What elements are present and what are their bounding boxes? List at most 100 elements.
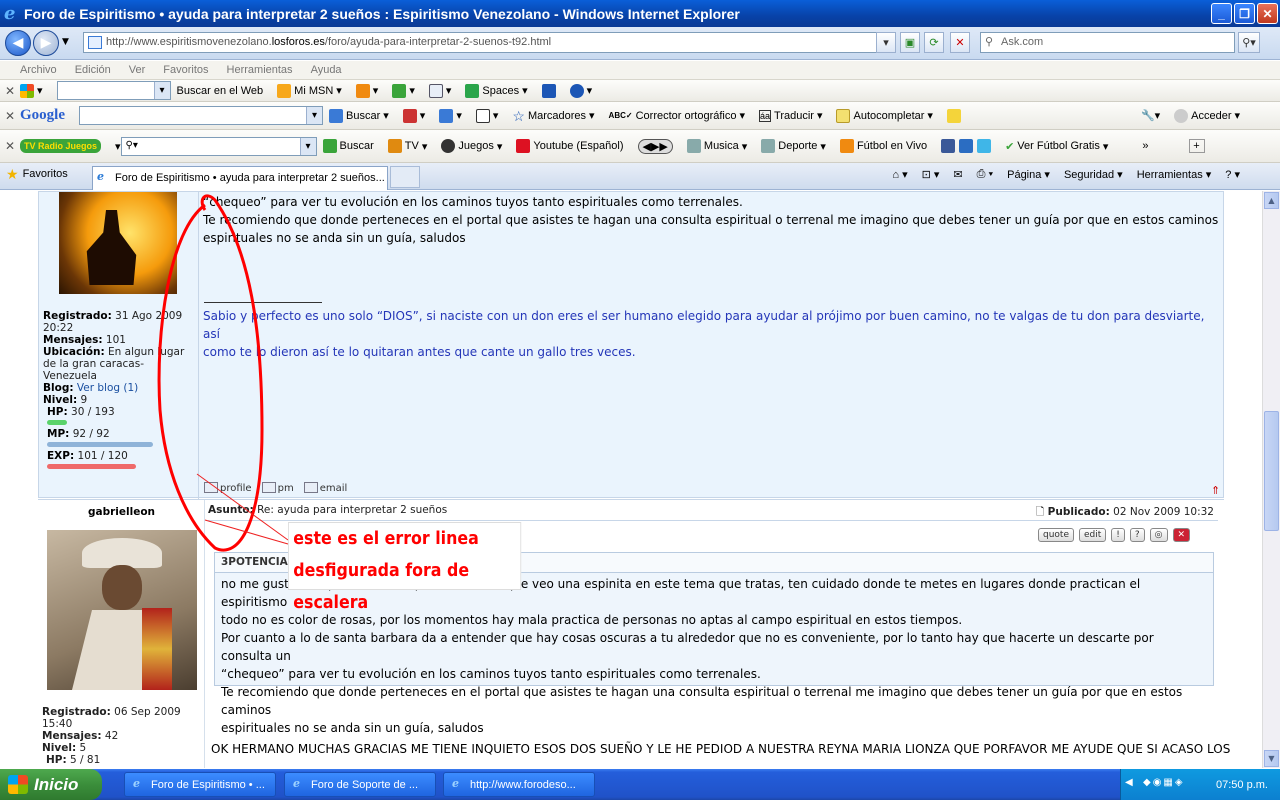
toolbar-close-icon[interactable]: ✕: [0, 84, 20, 98]
pagina-menu[interactable]: Página ▾: [1007, 168, 1050, 181]
email-link[interactable]: email: [303, 482, 347, 494]
report-button[interactable]: !: [1111, 528, 1125, 542]
edit-button[interactable]: edit: [1079, 528, 1107, 542]
forward-button[interactable]: ▶: [33, 30, 59, 56]
social-icons[interactable]: [941, 139, 992, 153]
facebook-icon[interactable]: [941, 139, 956, 153]
autocompletar-button[interactable]: Autocompletar ▾: [836, 108, 933, 123]
add-icon[interactable]: +: [1188, 139, 1205, 153]
toolbar-more-icon[interactable]: »: [1142, 140, 1148, 152]
new-tab-button[interactable]: [390, 166, 420, 188]
spaces-button[interactable]: Spaces ▾: [465, 83, 528, 98]
futbol-en-vivo-button[interactable]: Fútbol en Vivo: [839, 139, 927, 153]
menu-favoritos[interactable]: Favoritos: [163, 64, 208, 76]
scroll-up-arrow-icon[interactable]: ▲: [1264, 192, 1279, 209]
tv-toolbar: ✕ TV Radio Juegos ▾ ⚲▾ Buscar TV ▾ Juego…: [0, 130, 1280, 163]
twitter-icon[interactable]: [977, 139, 992, 153]
seguridad-menu[interactable]: Seguridad ▾: [1064, 168, 1123, 181]
help-icon[interactable]: ▾: [569, 83, 592, 98]
task-forodeso[interactable]: e http://www.forodeso...: [443, 772, 595, 797]
msn-logo-icon[interactable]: ▾: [20, 83, 43, 98]
youtube-button[interactable]: Youtube (Español): [516, 139, 624, 153]
refresh-icon[interactable]: ⟳: [924, 32, 944, 53]
popup-icon[interactable]: ▾: [475, 108, 498, 123]
vertical-scrollbar[interactable]: ▲ ▼: [1262, 191, 1280, 768]
compatibility-icon[interactable]: ▣: [900, 32, 920, 53]
menu-archivo[interactable]: Archivo: [20, 64, 57, 76]
tab-foro-espiritismo[interactable]: e Foro de Espiritismo • ayuda para inter…: [92, 166, 388, 190]
tv-button[interactable]: TV ▾: [387, 139, 427, 153]
print-icon[interactable]: ⎙ ▾: [977, 168, 993, 181]
marcadores-button[interactable]: ☆ Marcadores ▾: [512, 109, 594, 123]
pm-link[interactable]: pm: [261, 482, 294, 494]
home-icon[interactable]: ⌂ ▾: [892, 168, 907, 181]
rss-icon[interactable]: ▾: [355, 83, 378, 98]
forum-post: gabrielleon Registrado: 06 Sep 2009 15:4…: [38, 499, 1230, 768]
herramientas-menu[interactable]: Herramientas ▾: [1137, 168, 1212, 181]
scroll-down-arrow-icon[interactable]: ▼: [1264, 750, 1279, 767]
navigation-bar: ◀ ▶ ▼ http://www.espiritismovenezolano.l…: [0, 27, 1280, 60]
address-dropdown-icon[interactable]: ▾: [876, 32, 896, 53]
task-foro-espiritismo[interactable]: e Foro de Espiritismo • ...: [124, 772, 276, 797]
music-icon: [686, 139, 701, 153]
toolbar-close-icon[interactable]: ✕: [0, 109, 20, 123]
stop-icon[interactable]: ✕: [950, 32, 970, 53]
checkbox-icon[interactable]: [541, 83, 556, 98]
task-foro-soporte[interactable]: e Foro de Soporte de ...: [284, 772, 436, 797]
blog-link[interactable]: Ver blog (1): [77, 382, 138, 394]
news-icon[interactable]: ▾: [402, 108, 425, 123]
scroll-thumb[interactable]: [1264, 411, 1279, 531]
favoritos-button[interactable]: ★ Favoritos: [6, 167, 68, 181]
back-button[interactable]: ◀: [5, 30, 31, 56]
info-button[interactable]: ?: [1129, 528, 1145, 542]
juegos-button[interactable]: Juegos ▾: [441, 139, 502, 153]
deporte-button[interactable]: Deporte ▾: [761, 139, 826, 153]
menu-ayuda[interactable]: Ayuda: [311, 64, 342, 76]
minimize-button[interactable]: _: [1211, 3, 1232, 24]
history-dropdown-icon[interactable]: ▼: [62, 37, 69, 47]
google-search-input[interactable]: [79, 106, 323, 125]
quote-button[interactable]: quote: [1038, 528, 1074, 542]
ver-futbol-gratis-button[interactable]: ✔ Ver Fútbol Gratis ▾: [1005, 140, 1108, 153]
corrector-button[interactable]: ABC✓ Corrector ortográfico ▾: [609, 109, 745, 123]
mail-icon[interactable]: ▾: [428, 83, 451, 98]
media-player-controls[interactable]: ◀▶▶: [637, 138, 673, 154]
google-toolbar: ✕ Google Buscar ▾ ▾ ▾ ▾ ☆Marcadores ▾ AB…: [0, 102, 1280, 130]
highlighter-icon[interactable]: [946, 108, 961, 123]
help-icon[interactable]: ? ▾: [1225, 168, 1240, 181]
maximize-button[interactable]: ❐: [1234, 3, 1255, 24]
messenger-icon[interactable]: ▾: [392, 83, 415, 98]
start-button[interactable]: Inicio: [0, 769, 102, 800]
menu-edicion[interactable]: Edición: [75, 64, 111, 76]
search-button[interactable]: ⚲▾: [1238, 32, 1260, 53]
ip-button[interactable]: ◎: [1149, 528, 1168, 542]
traducir-button[interactable]: áa Traducir ▾: [759, 109, 822, 122]
username[interactable]: gabrielleon: [38, 506, 205, 518]
tray-expand-icon[interactable]: ◀: [1125, 777, 1133, 788]
tv-buscar-button[interactable]: Buscar: [322, 139, 374, 153]
menu-herramientas[interactable]: Herramientas: [227, 64, 293, 76]
toolbar-close-icon[interactable]: ✕: [0, 139, 20, 153]
user-info: Registrado: 06 Sep 2009 15:40 Mensajes: …: [42, 706, 181, 766]
check-icon: ✔: [1005, 140, 1015, 153]
back-to-top-icon[interactable]: ⇑: [1211, 484, 1220, 497]
search-web-button[interactable]: Buscar en el Web: [177, 85, 264, 97]
address-bar[interactable]: http://www.espiritismovenezolano.losforo…: [83, 32, 893, 53]
feeds-icon[interactable]: ⊡ ▾: [922, 168, 940, 181]
close-button[interactable]: ✕: [1257, 3, 1278, 24]
acceder-button[interactable]: Acceder ▾: [1174, 108, 1240, 123]
plus-icon[interactable]: ▾: [439, 108, 462, 123]
search-input[interactable]: ⚲ Ask.com: [980, 32, 1235, 53]
google-buscar-button[interactable]: Buscar ▾: [329, 108, 389, 123]
musica-button[interactable]: Musica ▾: [686, 139, 747, 153]
messenger-icon[interactable]: [959, 139, 974, 153]
tray-icons[interactable]: ◆◉▦◈: [1143, 777, 1185, 788]
tv-search-input[interactable]: ⚲▾: [120, 136, 317, 156]
delete-button[interactable]: ✕: [1172, 528, 1191, 542]
menu-ver[interactable]: Ver: [129, 64, 146, 76]
profile-link[interactable]: profile: [204, 482, 252, 494]
msn-button[interactable]: Mi MSN ▾: [277, 83, 342, 98]
msn-search-input[interactable]: [56, 81, 171, 100]
wrench-icon[interactable]: 🔧▾: [1141, 109, 1160, 122]
mail-icon[interactable]: ✉: [953, 168, 962, 181]
